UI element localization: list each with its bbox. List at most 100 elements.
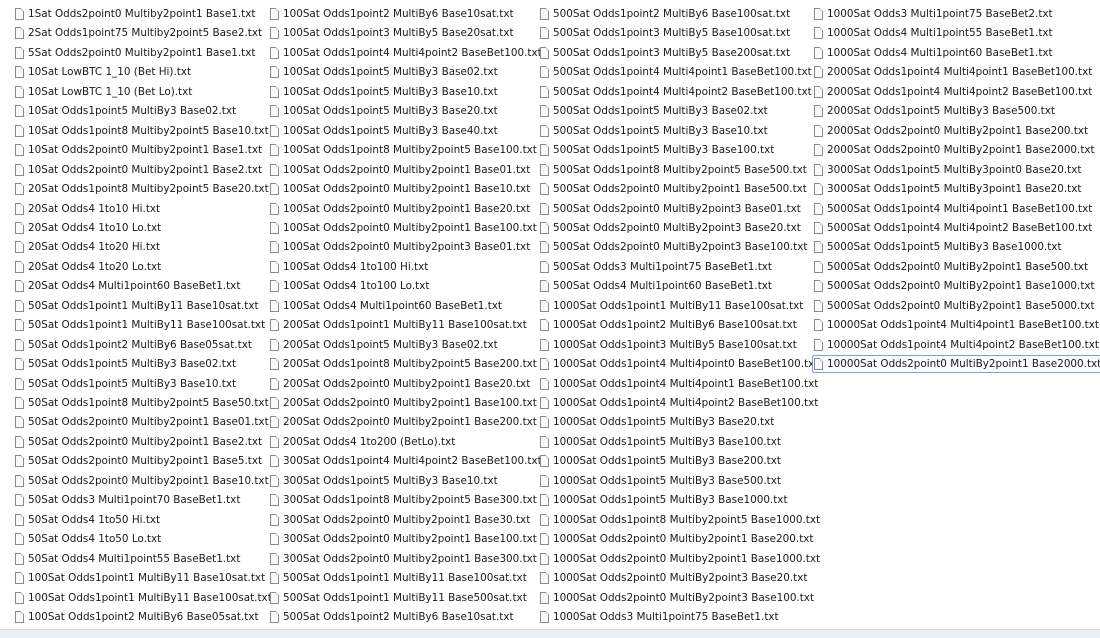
file-item[interactable]: 300Sat Odds2point0 Multiby2point1 Base30…: [268, 511, 534, 529]
file-item[interactable]: 200Sat Odds2point0 Multiby2point1 Base20…: [268, 375, 534, 393]
file-item[interactable]: 10Sat LowBTC 1_10 (Bet Lo).txt: [13, 83, 196, 101]
file-item[interactable]: 2000Sat Odds1point5 MultiBy3 Base500.txt: [812, 102, 1059, 120]
file-item[interactable]: 1000Sat Odds1point4 Multi4point0 BaseBet…: [538, 355, 822, 373]
file-item[interactable]: 5000Sat Odds2point0 MultiBy2point1 Base1…: [812, 277, 1099, 295]
file-item[interactable]: 1000Sat Odds1point5 MultiBy3 Base20.txt: [538, 413, 778, 431]
file-item[interactable]: 300Sat Odds1point4 Multi4point2 BaseBet1…: [268, 452, 546, 470]
file-item[interactable]: 500Sat Odds1point4 Multi4point1 BaseBet1…: [538, 63, 816, 81]
file-item[interactable]: 20Sat Odds4 1to20 Lo.txt: [13, 258, 165, 276]
file-item[interactable]: 100Sat Odds2point0 Multiby2point3 Base01…: [268, 238, 534, 256]
file-item[interactable]: 10Sat Odds2point0 Multiby2point1 Base1.t…: [13, 141, 266, 159]
file-item[interactable]: 100Sat Odds2point0 Multiby2point1 Base10…: [268, 180, 534, 198]
file-item[interactable]: 500Sat Odds2point0 MultiBy2point3 Base20…: [538, 219, 805, 237]
file-item[interactable]: 50Sat Odds1point1 MultiBy11 Base10sat.tx…: [13, 297, 263, 315]
file-item[interactable]: 100Sat Odds1point5 MultiBy3 Base02.txt: [268, 63, 502, 81]
file-item[interactable]: 100Sat Odds2point0 Multiby2point1 Base20…: [268, 200, 534, 218]
file-item[interactable]: 1000Sat Odds1point5 MultiBy3 Base100.txt: [538, 433, 785, 451]
file-item[interactable]: 500Sat Odds2point0 MultiBy2point3 Base10…: [538, 238, 811, 256]
file-item[interactable]: 20Sat Odds4 1to10 Lo.txt: [13, 219, 165, 237]
file-item[interactable]: 200Sat Odds2point0 Multiby2point1 Base10…: [268, 394, 541, 412]
file-item[interactable]: 1000Sat Odds1point2 MultiBy6 Base100sat.…: [538, 316, 801, 334]
file-item[interactable]: 1000Sat Odds1point5 MultiBy3 Base500.txt: [538, 472, 785, 490]
file-item[interactable]: 1000Sat Odds4 Multi1point60 BaseBet1.txt: [812, 44, 1057, 62]
file-item[interactable]: 1000Sat Odds1point3 MultiBy5 Base100sat.…: [538, 336, 801, 354]
file-item[interactable]: 100Sat Odds1point5 MultiBy3 Base20.txt: [268, 102, 502, 120]
file-item[interactable]: 50Sat Odds1point1 MultiBy11 Base100sat.t…: [13, 316, 269, 334]
file-item[interactable]: 2000Sat Odds1point4 Multi4point1 BaseBet…: [812, 63, 1096, 81]
file-item[interactable]: 1000Sat Odds2point0 MultiBy2point3 Base1…: [538, 589, 818, 607]
file-item[interactable]: 10Sat LowBTC 1_10 (Bet Hi).txt: [13, 63, 195, 81]
file-item[interactable]: 500Sat Odds2point0 Multiby2point1 Base50…: [538, 180, 811, 198]
file-item[interactable]: 100Sat Odds2point0 Multiby2point1 Base01…: [268, 161, 534, 179]
file-item[interactable]: 100Sat Odds1point4 Multi4point2 BaseBet1…: [268, 44, 546, 62]
file-item[interactable]: 50Sat Odds2point0 Multiby2point1 Base10.…: [13, 472, 273, 490]
file-item[interactable]: 1000Sat Odds2point0 Multiby2point1 Base1…: [538, 550, 824, 568]
file-item[interactable]: 100Sat Odds1point5 MultiBy3 Base40.txt: [268, 122, 502, 140]
file-item[interactable]: 100Sat Odds1point2 MultiBy6 Base10sat.tx…: [268, 5, 518, 23]
file-item[interactable]: 300Sat Odds1point8 Multiby2point5 Base30…: [268, 491, 541, 509]
file-item[interactable]: 1000Sat Odds1point8 Multiby2point5 Base1…: [538, 511, 824, 529]
file-item[interactable]: 500Sat Odds1point5 MultiBy3 Base02.txt: [538, 102, 772, 120]
file-item[interactable]: 500Sat Odds1point2 MultiBy6 Base100sat.t…: [538, 5, 794, 23]
file-item[interactable]: 300Sat Odds1point5 MultiBy3 Base10.txt: [268, 472, 502, 490]
file-item[interactable]: 2000Sat Odds2point0 MultiBy2point1 Base2…: [812, 141, 1099, 159]
file-item[interactable]: 200Sat Odds1point8 Multiby2point5 Base20…: [268, 355, 541, 373]
file-item[interactable]: 1Sat Odds2point0 Multiby2point1 Base1.tx…: [13, 5, 259, 23]
file-item[interactable]: 100Sat Odds1point8 Multiby2point5 Base10…: [268, 141, 541, 159]
file-item[interactable]: 50Sat Odds4 1to50 Lo.txt: [13, 530, 165, 548]
file-item[interactable]: 100Sat Odds2point0 Multiby2point1 Base10…: [268, 219, 541, 237]
file-item[interactable]: 1000Sat Odds1point5 MultiBy3 Base200.txt: [538, 452, 785, 470]
file-item[interactable]: 500Sat Odds1point4 Multi4point2 BaseBet1…: [538, 83, 816, 101]
file-item[interactable]: 1000Sat Odds3 Multi1point75 BaseBet1.txt: [538, 608, 783, 626]
file-item[interactable]: 1000Sat Odds3 Multi1point75 BaseBet2.txt: [812, 5, 1057, 23]
file-item[interactable]: 500Sat Odds1point3 MultiBy5 Base200sat.t…: [538, 44, 794, 62]
file-item[interactable]: 500Sat Odds4 Multi1point60 BaseBet1.txt: [538, 277, 776, 295]
file-item[interactable]: 500Sat Odds1point5 MultiBy3 Base100.txt: [538, 141, 778, 159]
file-item[interactable]: 100Sat Odds4 1to100 Lo.txt: [268, 277, 433, 295]
file-item[interactable]: 10Sat Odds2point0 Multiby2point1 Base2.t…: [13, 161, 266, 179]
file-item[interactable]: 1000Sat Odds2point0 MultiBy2point3 Base2…: [538, 569, 811, 587]
file-list-view[interactable]: 1Sat Odds2point0 Multiby2point1 Base1.tx…: [0, 0, 1100, 630]
file-item[interactable]: 5Sat Odds2point0 Multiby2point1 Base1.tx…: [13, 44, 259, 62]
file-item[interactable]: 1000Sat Odds4 Multi1point55 BaseBet1.txt: [812, 24, 1057, 42]
file-item[interactable]: 200Sat Odds4 1to200 (BetLo).txt: [268, 433, 459, 451]
file-item[interactable]: 1000Sat Odds1point5 MultiBy3 Base1000.tx…: [538, 491, 792, 509]
file-item[interactable]: 5000Sat Odds2point0 MultiBy2point1 Base5…: [812, 258, 1092, 276]
file-item[interactable]: 500Sat Odds1point8 Multiby2point5 Base50…: [538, 161, 811, 179]
file-item[interactable]: 50Sat Odds4 1to50 Hi.txt: [13, 511, 164, 529]
file-item[interactable]: 10000Sat Odds1point4 Multi4point1 BaseBe…: [812, 316, 1100, 334]
file-item[interactable]: 100Sat Odds1point2 MultiBy6 Base05sat.tx…: [13, 608, 263, 626]
file-item[interactable]: 100Sat Odds4 1to100 Hi.txt: [268, 258, 432, 276]
file-item[interactable]: 10000Sat Odds1point4 Multi4point2 BaseBe…: [812, 336, 1100, 354]
file-item[interactable]: 50Sat Odds1point5 MultiBy3 Base02.txt: [13, 355, 240, 373]
file-item[interactable]: 20Sat Odds4 1to10 Hi.txt: [13, 200, 164, 218]
file-item[interactable]: 100Sat Odds1point1 MultiBy11 Base10sat.t…: [13, 569, 269, 587]
file-item[interactable]: 300Sat Odds2point0 Multiby2point1 Base10…: [268, 530, 541, 548]
file-item[interactable]: 20Sat Odds1point8 Multiby2point5 Base20.…: [13, 180, 273, 198]
file-item[interactable]: 100Sat Odds4 Multi1point60 BaseBet1.txt: [268, 297, 506, 315]
file-item[interactable]: 300Sat Odds2point0 Multiby2point1 Base30…: [268, 550, 541, 568]
file-item[interactable]: 10Sat Odds1point8 Multiby2point5 Base10.…: [13, 122, 273, 140]
file-item[interactable]: 2000Sat Odds2point0 MultiBy2point1 Base2…: [812, 122, 1092, 140]
file-item[interactable]: 5000Sat Odds2point0 MultiBy2point1 Base5…: [812, 297, 1099, 315]
horizontal-scrollbar[interactable]: [0, 629, 1100, 638]
file-item[interactable]: 200Sat Odds2point0 Multiby2point1 Base20…: [268, 413, 541, 431]
file-item[interactable]: 500Sat Odds1point1 MultiBy11 Base100sat.…: [268, 569, 531, 587]
file-item[interactable]: 50Sat Odds2point0 Multiby2point1 Base2.t…: [13, 433, 266, 451]
file-item[interactable]: 200Sat Odds1point5 MultiBy3 Base02.txt: [268, 336, 502, 354]
file-item[interactable]: 5000Sat Odds1point5 MultiBy3 Base1000.tx…: [812, 238, 1066, 256]
file-item[interactable]: 100Sat Odds1point3 MultiBy5 Base20sat.tx…: [268, 24, 518, 42]
file-item[interactable]: 3000Sat Odds1point5 MultiBy3point1 Base2…: [812, 180, 1085, 198]
file-item[interactable]: 5000Sat Odds1point4 Multi4point2 BaseBet…: [812, 219, 1096, 237]
file-item[interactable]: 50Sat Odds3 Multi1point70 BaseBet1.txt: [13, 491, 244, 509]
file-item[interactable]: 2Sat Odds1point75 Multiby2point5 Base2.t…: [13, 24, 266, 42]
file-item[interactable]: 50Sat Odds1point5 MultiBy3 Base10.txt: [13, 375, 240, 393]
file-item[interactable]: 1000Sat Odds1point4 Multi4point1 BaseBet…: [538, 375, 822, 393]
file-item[interactable]: 2000Sat Odds1point4 Multi4point2 BaseBet…: [812, 83, 1096, 101]
file-item[interactable]: 1000Sat Odds1point1 MultiBy11 Base100sat…: [538, 297, 807, 315]
file-item[interactable]: 200Sat Odds1point1 MultiBy11 Base100sat.…: [268, 316, 531, 334]
file-item[interactable]: 1000Sat Odds1point4 Multi4point2 BaseBet…: [538, 394, 822, 412]
file-item[interactable]: 50Sat Odds4 Multi1point55 BaseBet1.txt: [13, 550, 244, 568]
file-item[interactable]: 50Sat Odds1point8 Multiby2point5 Base50.…: [13, 394, 273, 412]
file-item[interactable]: 3000Sat Odds1point5 MultiBy3point0 Base2…: [812, 161, 1085, 179]
